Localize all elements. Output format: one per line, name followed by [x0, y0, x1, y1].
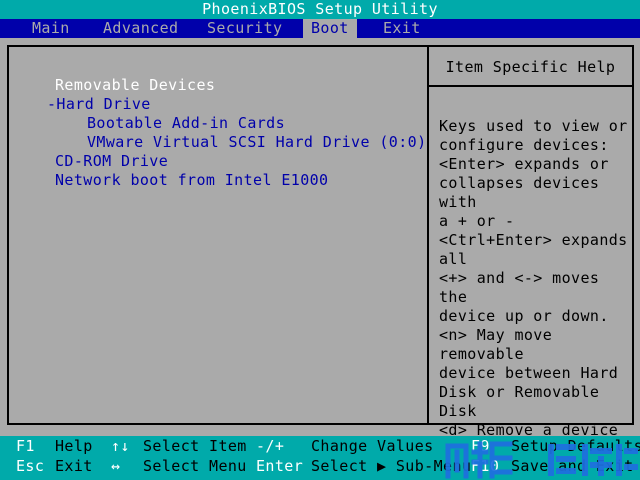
up-down-arrows-icon[interactable]: ↑↓ [111, 437, 130, 456]
boot-item-removable-devices[interactable]: Removable Devices [55, 76, 215, 95]
left-right-arrows-icon[interactable]: ↔ [111, 457, 120, 476]
updown-action: Select Item [143, 437, 247, 455]
enter-action: Select ▶ Sub-Menu [311, 457, 472, 475]
enter-key[interactable]: Enter [256, 457, 303, 476]
status-bar: F1 Help ↑↓ Select Item -/+ Change Values… [0, 436, 640, 480]
boot-item-hard-drive[interactable]: -Hard Drive [47, 95, 151, 114]
menu-main[interactable]: Main [26, 19, 76, 38]
boot-item-vmware-scsi-drive[interactable]: VMware Virtual SCSI Hard Drive (0:0) [87, 133, 427, 152]
menu-advanced[interactable]: Advanced [97, 19, 184, 38]
boot-item-bootable-add-in-cards[interactable]: Bootable Add-in Cards [87, 114, 285, 133]
f1-key[interactable]: F1 [16, 437, 35, 456]
menu-exit[interactable]: Exit [377, 19, 427, 38]
change-values-key[interactable]: -/+ [256, 437, 284, 456]
esc-key[interactable]: Esc [16, 457, 44, 476]
bios-title: PhoenixBIOS Setup Utility [0, 0, 640, 19]
f10-action: Save and Exit [511, 457, 634, 475]
leftright-action: Select Menu [143, 457, 247, 475]
f9-action: Setup Defaults [511, 437, 640, 455]
help-text: Keys used to view or configure devices: … [439, 117, 628, 477]
f9-key[interactable]: F9 [471, 437, 490, 456]
menu-bar: Main Advanced Security Boot Exit [0, 19, 640, 38]
help-title: Item Specific Help [429, 47, 632, 87]
menu-security[interactable]: Security [201, 19, 288, 38]
change-values-action: Change Values [311, 437, 434, 455]
f10-key[interactable]: F10 [471, 457, 499, 476]
boot-item-cd-rom-drive[interactable]: CD-ROM Drive [55, 152, 168, 171]
f1-action: Help [55, 437, 93, 455]
help-panel: Item Specific Help Keys used to view or … [427, 45, 634, 477]
menu-boot[interactable]: Boot [303, 19, 357, 38]
boot-item-network-boot[interactable]: Network boot from Intel E1000 [55, 171, 329, 190]
esc-action: Exit [55, 457, 93, 475]
